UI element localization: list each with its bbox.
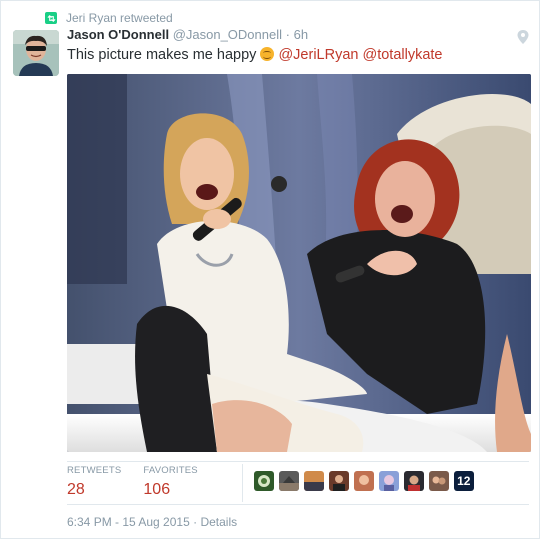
tweet-body: This picture makes me happy (67, 47, 257, 63)
retweets-label: RETWEETS (67, 465, 122, 476)
favoriter-avatar[interactable] (428, 471, 449, 491)
stats-separator (241, 464, 243, 502)
tweet-header: Jason O'Donnell @Jason_ODonnell · 6h (67, 27, 308, 42)
tweet-time[interactable]: 6h (294, 27, 308, 42)
header-separator: · (285, 27, 290, 42)
favoriter-avatar[interactable] (403, 471, 424, 491)
mention-totallykate[interactable]: @totallykate (362, 47, 442, 63)
tweet-stats: RETWEETS 28 FAVORITES 106 12 (67, 464, 531, 502)
retweets-stat[interactable]: RETWEETS 28 (67, 464, 121, 500)
retweet-banner: Jeri Ryan retweeted (45, 10, 173, 26)
smiling-face-icon (260, 47, 275, 61)
favoriter-avatars: 12 (253, 471, 474, 491)
mention-jerilryan[interactable]: @JeriLRyan (278, 47, 358, 63)
tweet-card: Jeri Ryan retweeted Jason O'Donnell @Jas… (0, 0, 540, 539)
favoriter-avatar[interactable] (378, 471, 399, 491)
stats-divider-top (67, 461, 529, 462)
retweet-banner-text[interactable]: Jeri Ryan retweeted (66, 11, 173, 25)
stats-divider-bottom (67, 504, 529, 505)
author-handle[interactable]: @Jason_ODonnell (173, 27, 282, 42)
favoriter-avatar[interactable] (278, 471, 299, 491)
tweet-photo[interactable] (67, 74, 531, 452)
details-link[interactable]: Details (200, 515, 237, 529)
favoriter-avatar[interactable] (353, 471, 374, 491)
tweet-timestamp[interactable]: 6:34 PM - 15 Aug 2015 (67, 515, 190, 529)
retweet-icon (45, 12, 57, 24)
retweets-count[interactable]: 28 (67, 480, 121, 500)
favorites-count[interactable]: 106 (143, 480, 197, 500)
tweet-text: This picture makes me happy @JeriLRyan @… (67, 47, 443, 63)
favoriter-avatar[interactable] (328, 471, 349, 491)
author-avatar[interactable] (13, 30, 59, 76)
favoriter-avatar[interactable] (253, 471, 274, 491)
favoriter-avatar[interactable] (303, 471, 324, 491)
footer-separator: · (193, 515, 198, 529)
location-pin-icon[interactable] (517, 30, 529, 44)
favorites-stat[interactable]: FAVORITES 106 (143, 464, 197, 500)
tweet-footer: 6:34 PM - 15 Aug 2015 · Details (67, 515, 237, 529)
favorites-label: FAVORITES (143, 465, 198, 476)
author-name[interactable]: Jason O'Donnell (67, 27, 169, 42)
favoriter-avatar[interactable]: 12 (453, 471, 474, 491)
